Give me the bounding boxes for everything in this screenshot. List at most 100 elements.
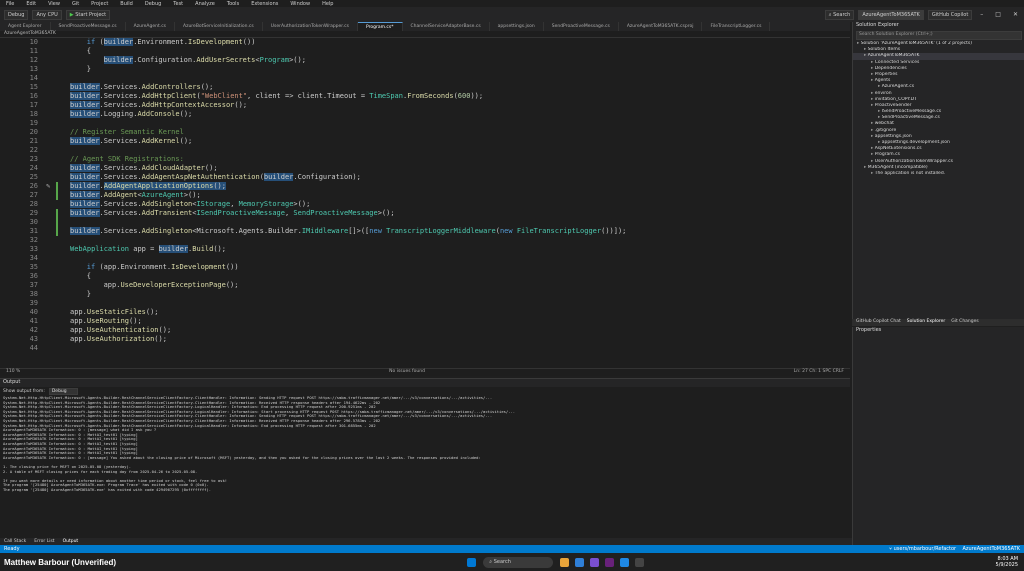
start-project-button[interactable]: ▶ Start Project: [65, 9, 111, 20]
code-line[interactable]: 12 builder.Configuration.AddUserSecrets<P…: [0, 56, 850, 65]
menu-item-git[interactable]: Git: [66, 1, 85, 7]
properties-pane: Properties: [852, 327, 1024, 545]
repo-name[interactable]: AzureAgentToM365ATK: [962, 546, 1020, 552]
code-line[interactable]: 11 {: [0, 47, 850, 56]
document-tab[interactable]: AzureAgent.cs: [126, 22, 176, 31]
code-line[interactable]: 42 app.UseAuthentication();: [0, 326, 850, 335]
code-line[interactable]: 38}: [0, 290, 850, 299]
document-tab[interactable]: SendProactiveMessage.cs: [544, 22, 619, 31]
menu-item-analyze[interactable]: Analyze: [189, 1, 221, 7]
code-line[interactable]: 16 builder.Services.AddHttpClient("WebCli…: [0, 92, 850, 101]
menu-item-file[interactable]: File: [0, 1, 20, 7]
search-box[interactable]: ⌕ Search: [824, 9, 855, 20]
code-line[interactable]: 22: [0, 146, 850, 155]
code-line[interactable]: 23 // Agent SDK Registrations:: [0, 155, 850, 164]
solution-search-input[interactable]: Search Solution Explorer (Ctrl+;): [856, 31, 1022, 40]
outlook-icon[interactable]: [620, 557, 630, 567]
side-tab-solution-explorer[interactable]: Solution Explorer: [907, 319, 946, 326]
line-number: 31: [29, 227, 38, 235]
menu-item-edit[interactable]: Edit: [20, 1, 42, 7]
side-tab-github-copilot-chat[interactable]: GitHub Copilot Chat: [856, 319, 901, 326]
document-tab[interactable]: UserAuthorizationTokenWrapper.cs: [263, 22, 358, 31]
code-line[interactable]: 21 builder.Services.AddKernel();: [0, 137, 850, 146]
edit-pencil-icon[interactable]: ✎: [46, 182, 50, 190]
code-line[interactable]: 32: [0, 236, 850, 245]
bottom-tab-call-stack[interactable]: Call Stack: [4, 539, 26, 544]
document-tab[interactable]: ChannelServiceAdapterBase.cs: [403, 22, 490, 31]
code-line[interactable]: 17 builder.Services.AddHttpContextAccesso…: [0, 101, 850, 110]
code-line[interactable]: 34: [0, 254, 850, 263]
file-explorer-icon[interactable]: [560, 557, 570, 567]
edge-icon[interactable]: [575, 557, 585, 567]
terminal-icon[interactable]: [635, 557, 645, 567]
code-line[interactable]: 27 builder.AddAgent<AzureAgent>();: [0, 191, 850, 200]
config-dropdown[interactable]: Debug: [4, 9, 29, 20]
output-source-dropdown[interactable]: Debug: [48, 388, 78, 395]
code-line[interactable]: 18 builder.Logging.AddConsole();: [0, 110, 850, 119]
code-line[interactable]: 31 builder.Services.AddSingleton<Microsof…: [0, 227, 850, 236]
code-editor[interactable]: 10 if (builder.Environment.IsDevelopment(…: [0, 38, 850, 368]
document-tab[interactable]: Agent Explorer: [0, 22, 51, 31]
document-tab[interactable]: FileTranscriptLogger.cs: [702, 22, 771, 31]
code-line[interactable]: 26 builder.AddAgentApplicationOptions();: [0, 182, 850, 191]
menu-item-test[interactable]: Test: [167, 1, 189, 7]
code-line[interactable]: 25 builder.Services.AddAgentAspNetAuthent…: [0, 173, 850, 182]
code-line[interactable]: 44: [0, 344, 850, 353]
code-text: builder.Configuration.AddUserSecrets<Pro…: [103, 56, 306, 64]
project-path[interactable]: AzureAgentToM365ATK: [4, 31, 56, 36]
issues-indicator[interactable]: No issues found: [389, 369, 425, 376]
code-text: if (app.Environment.IsDevelopment()): [86, 263, 239, 271]
teams-icon[interactable]: [590, 557, 600, 567]
branch-name[interactable]: users/mbarbour/Refactor: [894, 546, 956, 552]
menu-item-debug[interactable]: Debug: [139, 1, 167, 7]
output-pane: Output Show output from: Debug System.Ne…: [0, 378, 850, 539]
side-tab-git-changes[interactable]: Git Changes: [951, 319, 979, 326]
code-line[interactable]: 33 WebApplication app = builder.Build();: [0, 245, 850, 254]
menu-item-tools[interactable]: Tools: [221, 1, 245, 7]
code-line[interactable]: 19: [0, 119, 850, 128]
code-line[interactable]: 24 builder.Services.AddCloudAdapter();: [0, 164, 850, 173]
menu-item-build[interactable]: Build: [114, 1, 139, 7]
output-text[interactable]: System.Net.Http.HttpClient.Microsoft.Age…: [3, 396, 848, 492]
line-number: 42: [29, 326, 38, 334]
menu-item-extensions[interactable]: Extensions: [245, 1, 284, 7]
bottom-tab-error-list[interactable]: Error List: [34, 539, 54, 544]
document-tab[interactable]: AzureBotServiceInitialization.cs: [175, 22, 263, 31]
solution-tree-item[interactable]: ▸ The application is not installed.: [853, 171, 1024, 177]
taskbar-search[interactable]: ⌕ Search: [483, 556, 554, 568]
maximize-icon[interactable]: □: [991, 11, 1005, 18]
code-line[interactable]: 41 app.UseRouting();: [0, 317, 850, 326]
platform-dropdown[interactable]: Any CPU: [32, 9, 62, 20]
clock[interactable]: 8:03 AM 5/9/2025: [996, 556, 1024, 568]
code-line[interactable]: 29 builder.Services.AddTransient<ISendPro…: [0, 209, 850, 218]
document-tab[interactable]: AzureAgentToM365ATK.csproj: [619, 22, 703, 31]
code-line[interactable]: 14: [0, 74, 850, 83]
code-line[interactable]: 43 app.UseAuthorization();: [0, 335, 850, 344]
code-line[interactable]: 40 app.UseStaticFiles();: [0, 308, 850, 317]
document-tab[interactable]: SendProactiveMessage.cs: [51, 22, 126, 31]
menu-item-window[interactable]: Window: [284, 1, 316, 7]
tree-item-label: SendProactiveMessage.cs: [881, 115, 940, 121]
document-tab[interactable]: appsettings.json: [490, 22, 544, 31]
zoom-level[interactable]: 110 %: [6, 369, 20, 376]
code-line[interactable]: 30: [0, 218, 850, 227]
visual-studio-icon[interactable]: [605, 557, 615, 567]
bottom-tab-output[interactable]: Output: [63, 539, 79, 544]
document-tab[interactable]: Program.cs*: [358, 22, 403, 31]
code-line[interactable]: 39: [0, 299, 850, 308]
code-line[interactable]: 20 // Register Semantic Kernel: [0, 128, 850, 137]
code-line[interactable]: 13}: [0, 65, 850, 74]
copilot-button[interactable]: GitHub Copilot: [927, 9, 973, 20]
code-line[interactable]: 37 app.UseDeveloperExceptionPage();: [0, 281, 850, 290]
code-line[interactable]: 35 if (app.Environment.IsDevelopment()): [0, 263, 850, 272]
start-icon[interactable]: [467, 557, 477, 567]
code-line[interactable]: 36 {: [0, 272, 850, 281]
menu-item-project[interactable]: Project: [85, 1, 114, 7]
code-line[interactable]: 15 builder.Services.AddControllers();: [0, 83, 850, 92]
code-line[interactable]: 28 builder.Services.AddSingleton<IStorage…: [0, 200, 850, 209]
close-icon[interactable]: ✕: [1009, 11, 1024, 18]
menu-item-view[interactable]: View: [42, 1, 66, 7]
menu-item-help[interactable]: Help: [316, 1, 339, 7]
code-line[interactable]: 10 if (builder.Environment.IsDevelopment(…: [0, 38, 850, 47]
minimize-icon[interactable]: –: [976, 11, 987, 18]
